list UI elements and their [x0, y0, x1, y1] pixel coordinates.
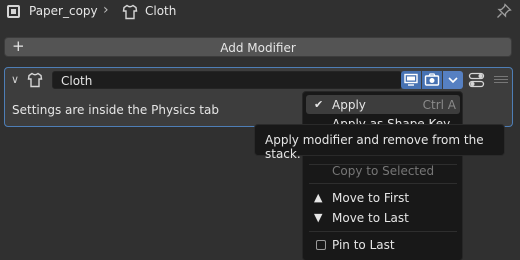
add-modifier-label: Add Modifier — [220, 41, 296, 55]
tooltip: Apply modifier and remove from the stack… — [254, 124, 505, 161]
toggles-icon[interactable] — [468, 72, 486, 88]
modifier-name-field[interactable]: Cloth — [52, 71, 402, 89]
pin-icon[interactable] — [496, 3, 512, 19]
move-to-first-label: Move to First — [332, 191, 410, 205]
tooltip-text: Apply modifier and remove from the stack… — [265, 133, 484, 161]
move-to-last-label: Move to Last — [332, 211, 409, 225]
chevron-down-icon — [448, 77, 458, 84]
modifier-info-text: Settings are inside the Physics tab — [12, 103, 219, 117]
add-modifier-button[interactable]: + Add Modifier — [4, 37, 512, 57]
copy-to-selected-label: Copy to Selected — [332, 164, 435, 178]
cloth-icon — [122, 4, 138, 20]
menu-divider — [309, 183, 457, 184]
breadcrumb-separator: › — [103, 2, 109, 18]
modifier-name-value: Cloth — [61, 74, 93, 88]
apply-shortcut: Ctrl A — [422, 98, 456, 112]
camera-icon — [424, 73, 440, 86]
apply-label: Apply — [332, 98, 366, 112]
drag-handle[interactable] — [494, 76, 508, 84]
menu-item-move-to-first[interactable]: ▲ Move to First — [306, 188, 460, 207]
pin-to-last-label: Pin to Last — [332, 238, 395, 252]
menu-divider — [309, 231, 457, 232]
cloth-icon — [27, 72, 43, 88]
properties-header: Paper_copy › Cloth — [0, 0, 520, 24]
checkmark-icon: ✔ — [314, 98, 324, 111]
modifier-extras-menu: ✔ Apply Ctrl A Apply as Shape Key Copy t… — [302, 91, 463, 260]
menu-item-apply[interactable]: ✔ Apply Ctrl A — [306, 95, 460, 114]
chevron-down-icon[interactable]: ∨ — [11, 73, 19, 86]
monitor-icon — [404, 73, 418, 86]
show-in-viewport-toggle[interactable] — [401, 71, 421, 89]
object-icon — [7, 5, 20, 18]
breadcrumb-object[interactable]: Paper_copy — [29, 4, 98, 18]
breadcrumb-modifier[interactable]: Cloth — [145, 4, 176, 18]
menu-item-copy-to-selected[interactable]: Copy to Selected — [306, 161, 460, 180]
show-in-render-toggle[interactable] — [422, 71, 442, 89]
menu-item-pin-to-last[interactable]: Pin to Last — [306, 235, 460, 254]
triangle-down-icon: ▼ — [314, 211, 323, 224]
triangle-up-icon: ▲ — [314, 191, 323, 204]
checkbox-icon — [316, 240, 326, 250]
modifier-extras-dropdown[interactable] — [443, 71, 463, 89]
menu-item-move-to-last[interactable]: ▼ Move to Last — [306, 208, 460, 227]
